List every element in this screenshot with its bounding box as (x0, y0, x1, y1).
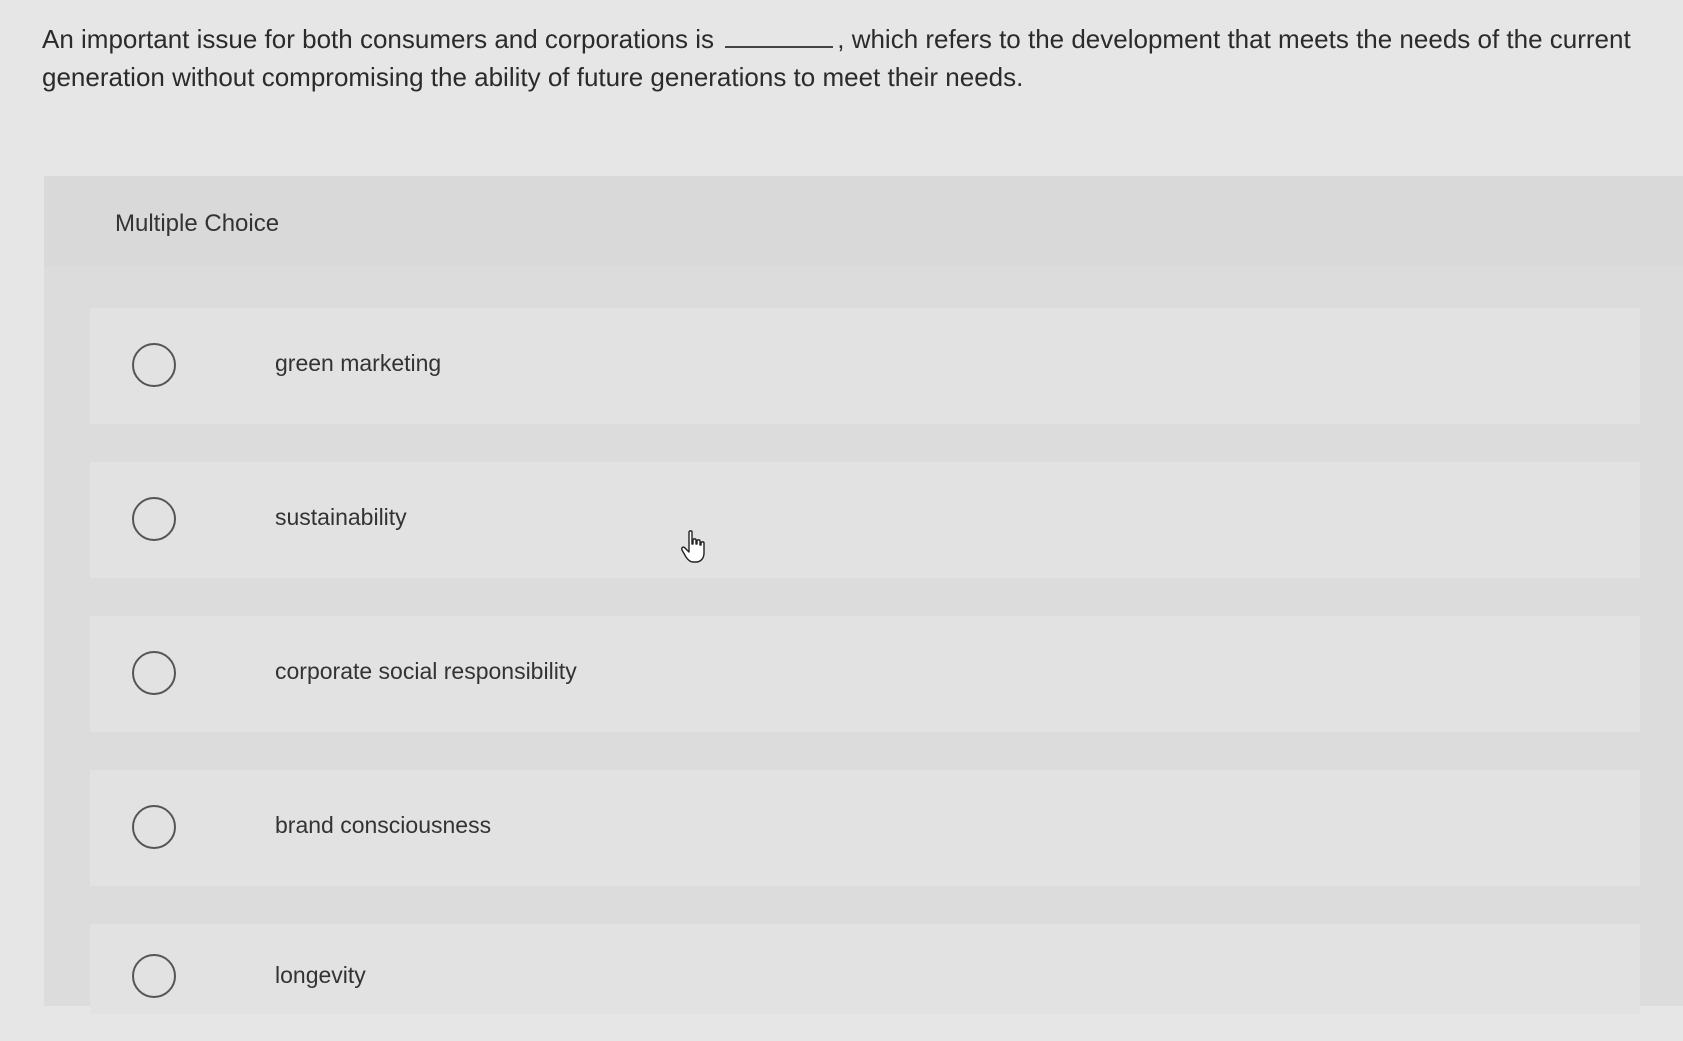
radio-circle-icon[interactable] (132, 497, 176, 541)
answer-options-list: green marketing sustainability corporate… (90, 308, 1640, 1014)
hand-pointer-icon (681, 530, 705, 563)
answer-option-label: brand consciousness (275, 812, 492, 838)
question-text: An important issue for both consumers an… (42, 20, 1642, 96)
answer-option-sustainability[interactable]: sustainability (90, 462, 1640, 578)
radio-circle-icon[interactable] (132, 954, 176, 998)
answer-option-longevity[interactable]: longevity (90, 924, 1640, 1014)
answer-option-label: corporate social responsibility (275, 658, 577, 684)
answer-option-brand-consciousness[interactable]: brand consciousness (90, 770, 1640, 886)
answer-option-label: longevity (275, 962, 366, 988)
answer-option-green-marketing[interactable]: green marketing (90, 308, 1640, 424)
question-text-before: An important issue for both consumers an… (42, 24, 715, 54)
answer-option-label: green marketing (275, 350, 442, 376)
radio-circle-icon[interactable] (132, 343, 176, 387)
answer-option-corporate-social-responsibility[interactable]: corporate social responsibility (90, 616, 1640, 732)
multiple-choice-title: Multiple Choice (115, 210, 280, 237)
answer-option-label: sustainability (275, 504, 407, 530)
radio-circle-icon[interactable] (132, 651, 176, 695)
multiple-choice-header: Multiple Choice (44, 176, 1683, 266)
radio-circle-icon[interactable] (132, 805, 176, 849)
answer-blank (725, 24, 834, 48)
